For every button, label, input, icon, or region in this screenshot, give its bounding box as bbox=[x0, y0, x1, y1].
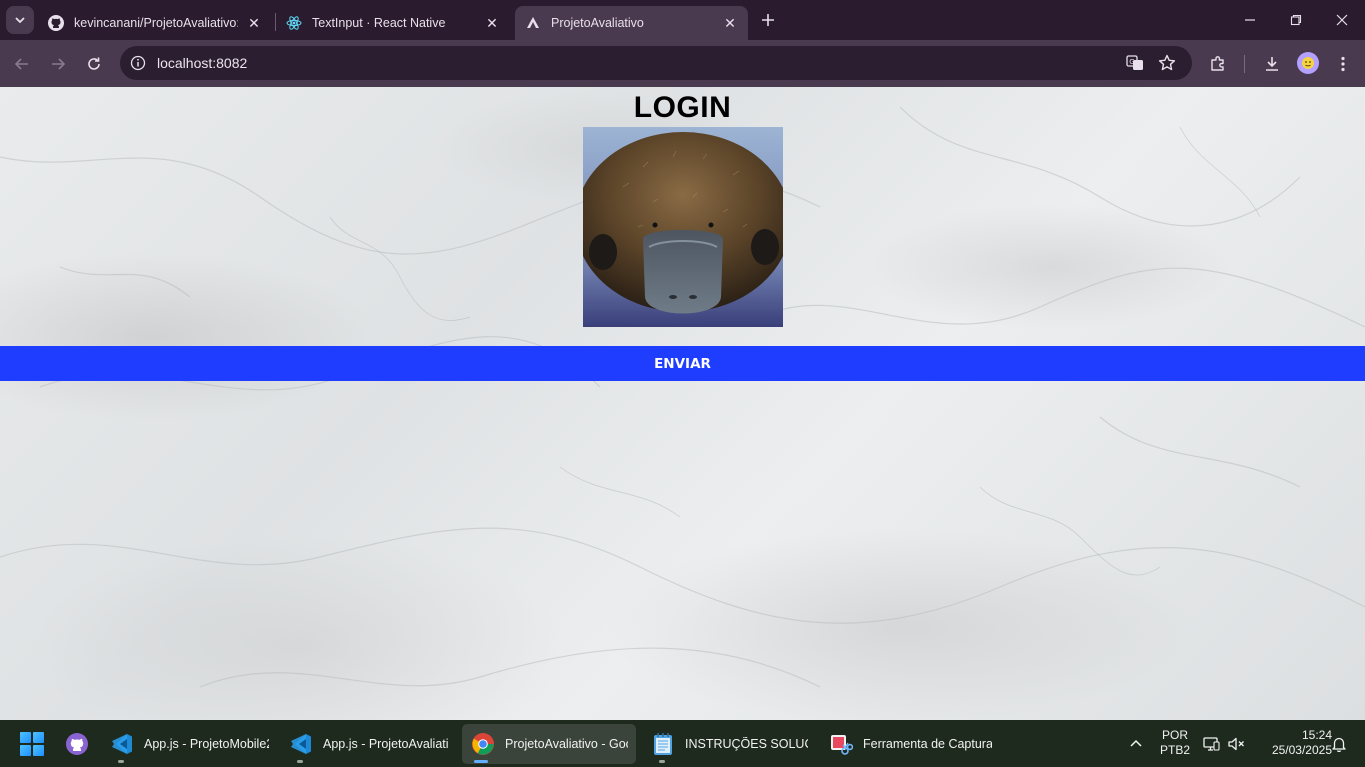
vscode-icon bbox=[288, 731, 314, 757]
puzzle-icon bbox=[1211, 56, 1224, 71]
windows-logo-icon bbox=[20, 732, 31, 743]
tab-strip: kevincanani/ProjetoAvaliativo: F ✕ TextI… bbox=[0, 0, 1365, 40]
taskbar-app-label: ProjetoAvaliativo - Goo bbox=[505, 737, 628, 751]
arrow-right-icon bbox=[52, 58, 66, 70]
volume-muted-icon bbox=[1228, 737, 1244, 750]
taskbar-github-desktop[interactable] bbox=[58, 724, 96, 764]
page-title: LOGIN bbox=[633, 91, 732, 124]
menu-button[interactable] bbox=[1330, 51, 1356, 77]
taskbar-app-label: App.js - ProjetoAvaliativ bbox=[323, 737, 448, 751]
new-tab-button[interactable] bbox=[756, 8, 780, 32]
page-viewport: LOGIN ENVIAR bbox=[0, 87, 1365, 720]
tab-title: ProjetoAvaliativo bbox=[551, 16, 644, 30]
tab-react-native[interactable]: TextInput · React Native ✕ bbox=[276, 6, 510, 40]
running-indicator bbox=[118, 760, 124, 763]
restore-icon bbox=[1290, 14, 1302, 26]
downloads-button[interactable] bbox=[1259, 51, 1285, 77]
tab-search-button[interactable] bbox=[6, 6, 34, 34]
extensions-button[interactable] bbox=[1205, 51, 1231, 77]
clock-time: 15:24 bbox=[1301, 728, 1332, 742]
bell-icon bbox=[1332, 737, 1346, 752]
close-icon[interactable]: ✕ bbox=[722, 15, 738, 31]
translate-icon[interactable]: G bbox=[1125, 53, 1145, 73]
taskbar-vscode-2[interactable]: App.js - ProjetoAvaliativ bbox=[280, 724, 456, 764]
platypus-image bbox=[583, 127, 783, 327]
react-icon bbox=[286, 15, 302, 31]
expo-icon bbox=[525, 15, 541, 31]
url-text: localhost:8082 bbox=[157, 55, 248, 71]
close-icon bbox=[1336, 14, 1348, 26]
download-icon bbox=[1266, 57, 1278, 71]
start-button[interactable] bbox=[20, 732, 44, 756]
github-icon bbox=[64, 731, 90, 757]
close-icon[interactable]: ✕ bbox=[484, 15, 500, 31]
reload-icon bbox=[88, 57, 100, 70]
tab-github[interactable]: kevincanani/ProjetoAvaliativo: F ✕ bbox=[38, 6, 272, 40]
svg-text:G: G bbox=[1129, 58, 1134, 66]
vscode-icon bbox=[109, 731, 135, 757]
clock[interactable]: 15:24 25/03/2025 bbox=[1252, 728, 1332, 758]
back-button[interactable] bbox=[9, 51, 35, 77]
toolbar-divider bbox=[1244, 55, 1245, 73]
minimize-icon bbox=[1245, 19, 1255, 21]
taskbar-vscode-1[interactable]: App.js - ProjetoMobile2 bbox=[101, 724, 277, 764]
network-button[interactable] bbox=[1200, 720, 1222, 767]
volume-button[interactable] bbox=[1225, 720, 1247, 767]
network-icon bbox=[1203, 736, 1220, 751]
minimize-button[interactable] bbox=[1227, 0, 1273, 40]
running-indicator bbox=[297, 760, 303, 763]
clock-date: 25/03/2025 bbox=[1271, 743, 1332, 757]
avatar-icon bbox=[1302, 57, 1314, 69]
kebab-menu-icon bbox=[1341, 56, 1345, 72]
close-window-button[interactable] bbox=[1319, 0, 1365, 40]
notepad-icon bbox=[650, 731, 676, 757]
tab-title: TextInput · React Native bbox=[312, 16, 446, 30]
chrome-icon bbox=[470, 731, 496, 757]
forward-button[interactable] bbox=[45, 51, 71, 77]
taskbar-app-label: App.js - ProjetoMobile2 bbox=[144, 737, 269, 751]
address-bar[interactable]: localhost:8082 G bbox=[120, 46, 1192, 80]
language-code: POR bbox=[1161, 728, 1188, 742]
show-hidden-icons-button[interactable] bbox=[1124, 720, 1148, 767]
site-info-icon[interactable] bbox=[128, 53, 148, 73]
notifications-button[interactable] bbox=[1328, 720, 1350, 767]
chevron-up-icon bbox=[1130, 739, 1142, 747]
close-icon[interactable]: ✕ bbox=[246, 15, 262, 31]
keyboard-layout: PTB2 bbox=[1159, 743, 1190, 757]
windows-taskbar: App.js - ProjetoMobile2 App.js - Projeto… bbox=[0, 720, 1365, 767]
restore-button[interactable] bbox=[1273, 0, 1319, 40]
arrow-left-icon bbox=[14, 58, 28, 70]
taskbar-chrome[interactable]: ProjetoAvaliativo - Goo bbox=[462, 724, 636, 764]
bookmark-star-icon[interactable] bbox=[1157, 53, 1177, 73]
tab-projeto-avaliativo[interactable]: ProjetoAvaliativo ✕ bbox=[515, 6, 748, 40]
chevron-down-icon bbox=[15, 17, 25, 24]
plus-icon bbox=[762, 14, 774, 26]
taskbar-snipping-tool[interactable]: Ferramenta de Captura bbox=[820, 724, 1000, 764]
submit-button[interactable]: ENVIAR bbox=[0, 346, 1365, 381]
profile-avatar[interactable] bbox=[1297, 52, 1319, 74]
taskbar-app-label: INSTRUÇÕES SOLUÇÃO bbox=[685, 737, 808, 751]
snipping-tool-icon bbox=[828, 731, 854, 757]
input-language-indicator[interactable]: POR PTB2 bbox=[1155, 728, 1195, 758]
github-icon bbox=[48, 15, 64, 31]
running-indicator bbox=[659, 760, 665, 763]
active-indicator bbox=[474, 760, 488, 763]
reload-button[interactable] bbox=[81, 51, 107, 77]
taskbar-notepad[interactable]: INSTRUÇÕES SOLUÇÃO bbox=[642, 724, 816, 764]
tab-title: kevincanani/ProjetoAvaliativo: F bbox=[74, 16, 238, 30]
taskbar-app-label: Ferramenta de Captura bbox=[863, 737, 992, 751]
browser-toolbar: localhost:8082 G bbox=[0, 40, 1365, 87]
